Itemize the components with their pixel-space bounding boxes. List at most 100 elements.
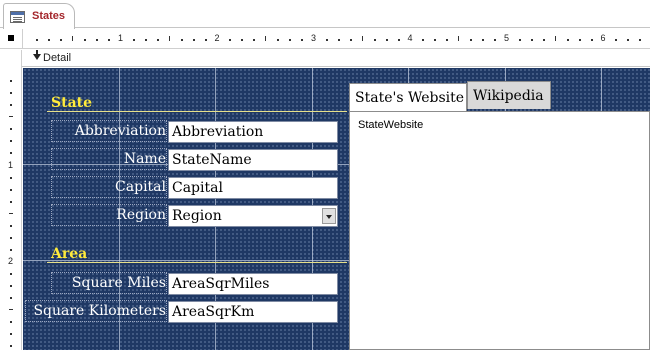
ruler-dot [10,140,12,143]
ruler-dot [10,236,12,239]
ruler-dot [10,152,12,155]
ruler-tick [9,212,13,214]
ruler-dot [301,39,304,41]
ruler-dot [578,39,581,41]
abbreviation-field[interactable]: Abbreviation [168,121,338,143]
ruler-tick [72,36,74,41]
ruler-dot [10,104,12,107]
ruler-number: 2 [214,33,220,43]
ruler-dot [482,39,485,41]
region-combo-value: Region [172,208,222,224]
section-label: Detail [43,52,72,64]
ruler-dot [470,39,473,41]
tab-wikipedia[interactable]: Wikipedia [467,81,551,109]
area-heading-rule[interactable] [47,262,347,263]
form-design-canvas[interactable]: State Abbreviation Abbreviation Name Sta… [23,68,650,350]
name-label[interactable]: Name [51,151,166,167]
region-combo-box[interactable]: Region [168,205,338,227]
ruler-dot [60,39,63,41]
horizontal-ruler: 1 2 3 4 5 6 [0,29,650,49]
ruler-number: 1 [117,33,124,43]
ruler-dot [518,39,521,41]
ruler-number: 3 [310,33,317,43]
ruler-dot [204,39,207,41]
ruler-dot [434,39,437,41]
ruler-tick [9,116,13,118]
ruler-dot [84,39,87,41]
state-website-field[interactable]: StateWebsite [358,119,423,131]
ruler-dot [36,39,39,41]
detail-section-bar[interactable]: Detail [22,50,650,67]
ruler-scale: 1 2 3 4 5 6 [22,29,650,49]
ruler-dot [180,39,183,41]
capital-field[interactable]: Capital [168,177,338,199]
ruler-number: 1 [8,159,14,170]
ruler-dot [542,39,545,41]
ruler-tick [554,36,556,41]
dropdown-arrow-icon[interactable] [322,208,336,224]
ruler-number: 6 [600,33,606,43]
ruler-dot [241,39,244,41]
state-section-heading[interactable]: State [51,95,92,111]
ruler-dot [10,200,12,203]
ruler-dot [10,176,12,179]
ruler-tick [458,36,460,41]
ruler-tick [168,36,170,41]
ruler-tick [361,36,363,41]
area-section-heading[interactable]: Area [51,246,87,262]
ruler-dot [10,128,12,131]
capital-label[interactable]: Capital [51,179,166,195]
state-name-field[interactable]: StateName [168,149,338,171]
ruler-dot [446,39,449,41]
ruler-dot [10,248,12,251]
ruler-dot [144,39,147,41]
ruler-tick [9,309,13,311]
ruler-dot [48,39,51,41]
ruler-dot [639,39,642,41]
ruler-dot [566,39,569,41]
ruler-number: 5 [503,33,510,43]
ruler-dot [10,273,12,276]
ruler-number: 4 [407,33,413,43]
tab-page-states-website[interactable] [349,111,650,350]
ruler-dot [422,39,425,41]
ruler-dot [349,39,352,41]
ruler-dot [530,39,533,41]
ruler-dot [96,39,99,41]
abbreviation-label[interactable]: Abbreviation [51,123,166,139]
document-tab-states[interactable]: States [3,3,75,29]
ruler-number: 2 [8,256,14,266]
ruler-dot [108,39,111,41]
ruler-corner-selector[interactable] [8,35,14,41]
ruler-dot [627,39,630,41]
ruler-dot [10,224,12,227]
area-sqr-miles-field[interactable]: AreaSqrMiles [168,273,338,295]
ruler-dot [132,39,135,41]
ruler-dot [325,39,328,41]
ruler-dot [229,39,232,41]
region-label[interactable]: Region [51,207,166,223]
ruler-dot [10,188,12,191]
ruler-dot [10,321,12,324]
ruler-dot [10,333,12,336]
ruler-dot [615,39,618,41]
ruler-dot [494,39,497,41]
ruler-dot [337,39,340,41]
ruler-dot [397,39,400,41]
ruler-dot [10,92,12,95]
document-tab-strip: States [0,0,650,29]
ruler-dot [10,80,12,83]
square-kilometers-label[interactable]: Square Kilometers [25,303,166,319]
state-heading-rule[interactable] [47,111,347,112]
ruler-dot [10,297,12,300]
ruler-dot [385,39,388,41]
ruler-dot [192,39,195,41]
ruler-dot [10,345,12,348]
square-miles-label[interactable]: Square Miles [23,275,166,291]
ruler-tick [265,36,267,41]
tab-states-website[interactable]: State's Website [349,83,467,111]
document-tab-label: States [32,10,66,22]
area-sqr-km-field[interactable]: AreaSqrKm [168,301,338,323]
ruler-dot [253,39,256,41]
form-icon [10,11,25,23]
